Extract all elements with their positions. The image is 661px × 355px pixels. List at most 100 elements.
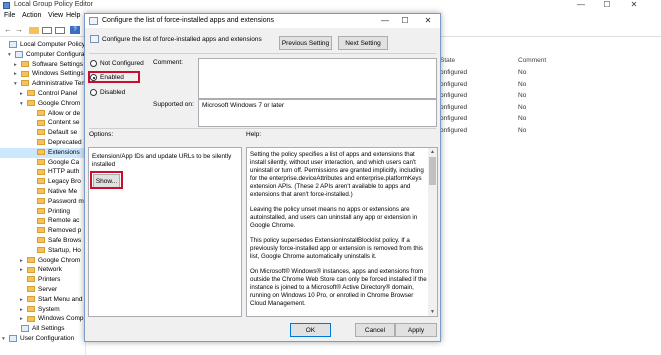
state-cell: onfigured xyxy=(440,92,468,100)
tree-item[interactable]: ▸ Google Chrom xyxy=(0,256,85,266)
menu-help[interactable]: Help xyxy=(66,12,80,19)
tree-item[interactable]: Content se xyxy=(0,118,85,128)
maximize-icon[interactable]: ☐ xyxy=(596,0,618,10)
minimize-icon[interactable]: — xyxy=(570,0,592,10)
folder-icon xyxy=(37,198,45,205)
folder-icon xyxy=(37,237,45,244)
folder-icon xyxy=(27,100,35,107)
scroll-thumb[interactable] xyxy=(429,157,436,185)
close-icon[interactable]: ✕ xyxy=(623,0,645,10)
scroll-down-icon[interactable]: ▼ xyxy=(428,308,437,316)
policy-node-icon xyxy=(15,50,23,58)
comment-cell: No xyxy=(518,92,527,100)
next-setting-button[interactable]: Next Setting xyxy=(338,36,388,50)
options-label: Options: xyxy=(89,131,114,138)
folder-icon xyxy=(27,305,35,312)
help-paragraph: Leaving the policy unset means no apps o… xyxy=(250,206,418,229)
tree-item[interactable]: ▸ Windows Settings xyxy=(0,69,85,79)
close-icon[interactable]: ✕ xyxy=(419,15,437,27)
tree-item-label: Native Me xyxy=(48,188,78,195)
tree-item[interactable]: Printing xyxy=(0,207,85,217)
divider xyxy=(89,53,436,54)
tree-item[interactable]: Legacy Bro xyxy=(0,177,85,187)
back-icon[interactable]: ← xyxy=(3,26,13,34)
comment-cell: No xyxy=(518,103,527,111)
tree-item[interactable]: Remote ac xyxy=(0,216,85,226)
maximize-icon[interactable]: ☐ xyxy=(396,15,414,27)
tree-item[interactable]: Password m xyxy=(0,197,85,207)
tree-item[interactable]: Safe Brows xyxy=(0,236,85,246)
tree-item[interactable]: Local Computer Policy xyxy=(0,40,85,50)
tree-item[interactable]: ▸ Start Menu and xyxy=(0,295,85,305)
forward-icon[interactable]: → xyxy=(14,26,24,34)
expanded-arrow-icon[interactable]: ▾ xyxy=(14,79,21,89)
tree-item[interactable]: Google Ca xyxy=(0,158,85,168)
tree-item[interactable]: ▸ System xyxy=(0,305,85,315)
folder-icon xyxy=(37,207,45,214)
folder-icon xyxy=(21,60,29,67)
menu-action[interactable]: Action xyxy=(22,12,41,19)
tree-item-label: Server xyxy=(38,286,58,293)
cancel-button[interactable]: Cancel xyxy=(355,323,395,337)
radio-not-configured[interactable]: Not Configured xyxy=(90,60,144,67)
tree-item[interactable]: Native Me xyxy=(0,187,85,197)
folder-icon xyxy=(27,276,35,283)
collapsed-arrow-icon[interactable]: ▸ xyxy=(20,89,27,99)
console-tree-icon[interactable] xyxy=(42,27,52,34)
tree-item[interactable]: ▾ Computer Configurati xyxy=(0,50,85,60)
expanded-arrow-icon[interactable]: ▾ xyxy=(2,334,9,344)
tree-item[interactable]: ▸ Network xyxy=(0,265,85,275)
folder-icon xyxy=(37,158,45,165)
folder-icon xyxy=(37,247,45,254)
expanded-arrow-icon[interactable]: ▾ xyxy=(8,50,15,60)
collapsed-arrow-icon[interactable]: ▸ xyxy=(20,305,27,315)
tree-item[interactable]: ▸ Windows Comp xyxy=(0,314,85,324)
apply-button[interactable]: Apply xyxy=(395,323,437,337)
tree-item[interactable]: HTTP auth xyxy=(0,167,85,177)
collapsed-arrow-icon[interactable]: ▸ xyxy=(20,295,27,305)
tree-item[interactable]: ▾ Google Chrom xyxy=(0,99,85,109)
column-header[interactable]: State xyxy=(440,57,455,64)
tree-item[interactable]: Server xyxy=(0,285,85,295)
tree-item-label: Deprecated xyxy=(48,139,82,146)
comment-cell: No xyxy=(518,127,527,134)
radio-disabled[interactable]: Disabled xyxy=(90,89,125,96)
tree-item[interactable]: Default se xyxy=(0,128,85,138)
tree-item[interactable]: ▾ Administrative Tem xyxy=(0,79,85,89)
tree-item[interactable]: All Settings xyxy=(0,324,85,334)
tree-item[interactable]: ▸ Software Settings xyxy=(0,60,85,70)
collapsed-arrow-icon[interactable]: ▸ xyxy=(20,314,27,324)
enabled-highlight xyxy=(88,71,140,83)
radio-circle-icon xyxy=(90,89,97,96)
previous-setting-button[interactable]: Previous Setting xyxy=(279,36,332,50)
tree-item[interactable]: ▸ Control Panel xyxy=(0,89,85,99)
tree-item[interactable]: Printers xyxy=(0,275,85,285)
tree-item[interactable]: Startup, Ho xyxy=(0,246,85,256)
menu-view[interactable]: View xyxy=(48,12,63,19)
folder-icon xyxy=(37,109,45,116)
tree-item[interactable]: Removed p xyxy=(0,226,85,236)
collapsed-arrow-icon[interactable]: ▸ xyxy=(20,256,27,266)
comment-textarea[interactable] xyxy=(198,58,437,99)
folder-icon xyxy=(37,129,45,136)
ok-button[interactable]: OK xyxy=(290,323,331,337)
folder-icon xyxy=(27,266,35,273)
expanded-arrow-icon[interactable]: ▾ xyxy=(20,99,27,109)
collapsed-arrow-icon[interactable]: ▸ xyxy=(14,69,21,79)
folder-icon xyxy=(37,178,45,185)
collapsed-arrow-icon[interactable]: ▸ xyxy=(14,60,21,70)
minimize-icon[interactable]: — xyxy=(376,15,394,27)
help-scrollbar[interactable]: ▲ ▼ xyxy=(428,148,437,316)
folder-icon[interactable] xyxy=(29,27,39,34)
help-icon[interactable]: ? xyxy=(70,26,80,34)
tree-item[interactable]: Allow or de xyxy=(0,109,85,119)
tree-item[interactable]: ▾ User Configuration xyxy=(0,334,85,344)
tree-item[interactable]: Extensions xyxy=(0,147,85,158)
tree-item[interactable]: Deprecated xyxy=(0,138,85,148)
column-header[interactable]: Comment xyxy=(518,57,546,64)
scroll-up-icon[interactable]: ▲ xyxy=(428,148,437,156)
editor-title: Local Group Policy Editor xyxy=(14,1,93,8)
export-list-icon[interactable] xyxy=(55,27,65,34)
menu-file[interactable]: File xyxy=(4,12,15,19)
collapsed-arrow-icon[interactable]: ▸ xyxy=(20,265,27,275)
